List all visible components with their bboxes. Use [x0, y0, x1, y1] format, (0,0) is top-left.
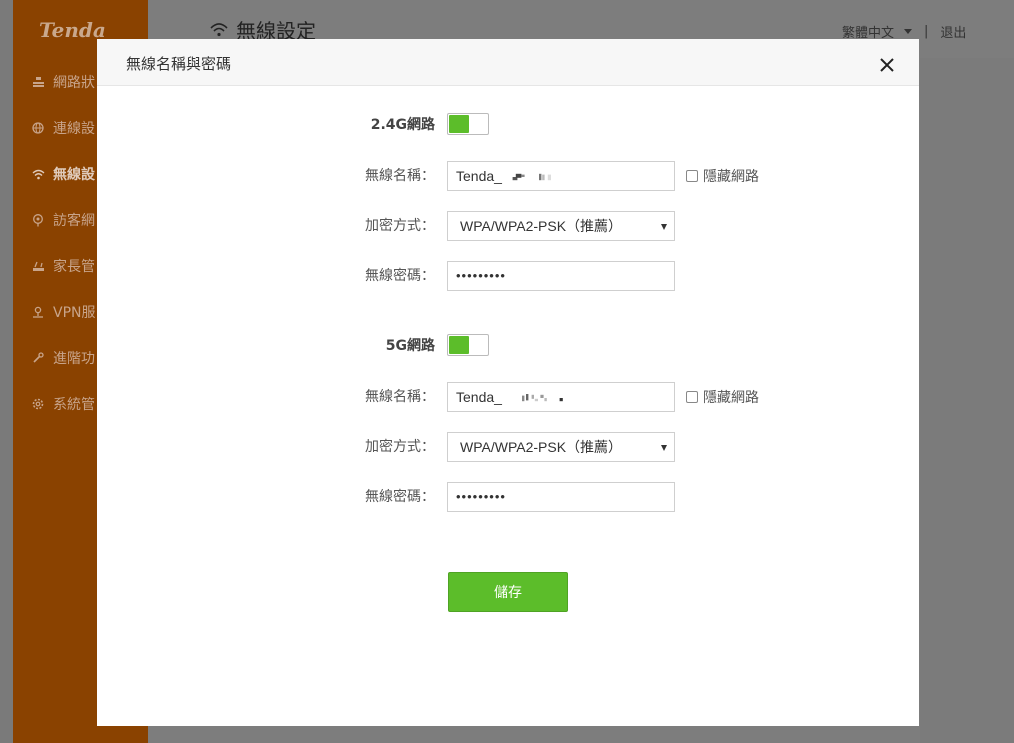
wrench-icon — [31, 351, 45, 365]
sidebar-item-label: 無線設 — [53, 167, 95, 183]
redacted-mask — [512, 174, 551, 181]
toggle-knob — [449, 115, 469, 133]
band-5-security-row: 加密方式： WPA/WPA2-PSK（推薦） — [97, 432, 919, 462]
ssid-label: 無線名稱： — [365, 168, 435, 184]
dropdown-arrow-icon — [661, 445, 667, 451]
wifi-icon — [210, 18, 228, 42]
sidebar-item-network-status[interactable]: 網路狀 — [31, 70, 95, 94]
tenda-logo: Tenda — [39, 18, 106, 42]
redacted-mask — [521, 394, 563, 402]
sidebar-item-label: 訪客網 — [53, 213, 95, 229]
sidebar-item-advanced[interactable]: 進階功 — [31, 346, 95, 370]
sidebar-item-wireless[interactable]: 無線設 — [31, 162, 95, 186]
security-value: WPA/WPA2-PSK（推薦） — [460, 218, 623, 234]
chevron-down-icon[interactable] — [904, 29, 913, 34]
band-5-password-input[interactable]: ••••••••• — [447, 482, 675, 512]
dropdown-arrow-icon — [661, 224, 667, 230]
sidebar-item-vpn[interactable]: VPN服 — [31, 300, 96, 324]
security-value: WPA/WPA2-PSK（推薦） — [460, 439, 623, 455]
ssid-value: Tenda_ — [456, 389, 502, 405]
sidebar-item-label: 網路狀 — [53, 75, 95, 91]
band-5-toggle[interactable] — [447, 334, 489, 356]
band-5-toggle-row: 5G網路 — [97, 331, 919, 361]
ssid-value: Tenda_ — [456, 168, 502, 184]
band-24-security-select[interactable]: WPA/WPA2-PSK（推薦） — [447, 211, 675, 241]
sidebar-item-connection[interactable]: 連線設 — [31, 116, 95, 140]
band-5-security-select[interactable]: WPA/WPA2-PSK（推薦） — [447, 432, 675, 462]
hide-network-checkbox[interactable] — [686, 170, 698, 182]
band-24-ssid-row: 無線名稱： Tenda_ 隱藏網路 — [97, 161, 919, 191]
close-icon — [880, 58, 894, 72]
network-icon — [31, 75, 45, 89]
security-label: 加密方式： — [365, 218, 435, 234]
gear-icon — [31, 397, 45, 411]
close-button[interactable] — [877, 55, 897, 75]
sidebar-item-label: VPN服 — [53, 305, 96, 321]
sidebar-item-parental[interactable]: 家長管 — [31, 254, 95, 278]
sidebar-item-system[interactable]: 系統管 — [31, 392, 95, 416]
sidebar-item-label: 系統管 — [53, 397, 95, 413]
band-24-password-row: 無線密碼： ••••••••• — [97, 261, 919, 291]
sidebar-item-label: 連線設 — [53, 121, 95, 137]
parental-icon — [31, 259, 45, 273]
save-button[interactable]: 儲存 — [448, 572, 568, 612]
band-5-ssid-input[interactable]: Tenda_ — [447, 382, 675, 412]
hide-network-label: 隱藏網路 — [703, 390, 759, 406]
wifi-icon — [31, 167, 45, 181]
header-separator: | — [924, 24, 929, 39]
left-gutter — [0, 0, 13, 743]
band-24-ssid-input[interactable]: Tenda_ — [447, 161, 675, 191]
sidebar-item-guest[interactable]: 訪客網 — [31, 208, 95, 232]
hide-network-label: 隱藏網路 — [703, 169, 759, 185]
modal-title: 無線名稱與密碼 — [126, 55, 232, 73]
band-5-ssid-row: 無線名稱： Tenda_ 隱藏網路 — [97, 382, 919, 412]
guest-icon — [31, 213, 45, 227]
sidebar-item-label: 家長管 — [53, 259, 95, 275]
globe-icon — [31, 121, 45, 135]
band-24-security-row: 加密方式： WPA/WPA2-PSK（推薦） — [97, 211, 919, 241]
security-label: 加密方式： — [365, 439, 435, 455]
band-24-toggle[interactable] — [447, 113, 489, 135]
password-label: 無線密碼： — [365, 268, 435, 284]
band-5-hide-network[interactable]: 隱藏網路 — [686, 382, 759, 412]
hide-network-checkbox[interactable] — [686, 391, 698, 403]
ssid-label: 無線名稱： — [365, 389, 435, 405]
sidebar-item-label: 進階功 — [53, 351, 95, 367]
band-24-label: 2.4G網路 — [370, 117, 435, 133]
vpn-icon — [31, 305, 45, 319]
toggle-knob — [449, 336, 469, 354]
band-24-toggle-row: 2.4G網路 — [97, 110, 919, 140]
password-label: 無線密碼： — [365, 489, 435, 505]
band-24-password-input[interactable]: ••••••••• — [447, 261, 675, 291]
band-5-password-row: 無線密碼： ••••••••• — [97, 482, 919, 512]
logout-link[interactable]: 退出 — [940, 22, 966, 41]
band-5-label: 5G網路 — [385, 338, 435, 354]
right-margin — [920, 58, 1014, 743]
modal-header: 無線名稱與密碼 — [97, 39, 919, 86]
wireless-settings-modal: 無線名稱與密碼 2.4G網路 無線名稱： Tenda_ 隱藏網路 加密方式： W… — [97, 39, 919, 726]
band-24-hide-network[interactable]: 隱藏網路 — [686, 161, 759, 191]
